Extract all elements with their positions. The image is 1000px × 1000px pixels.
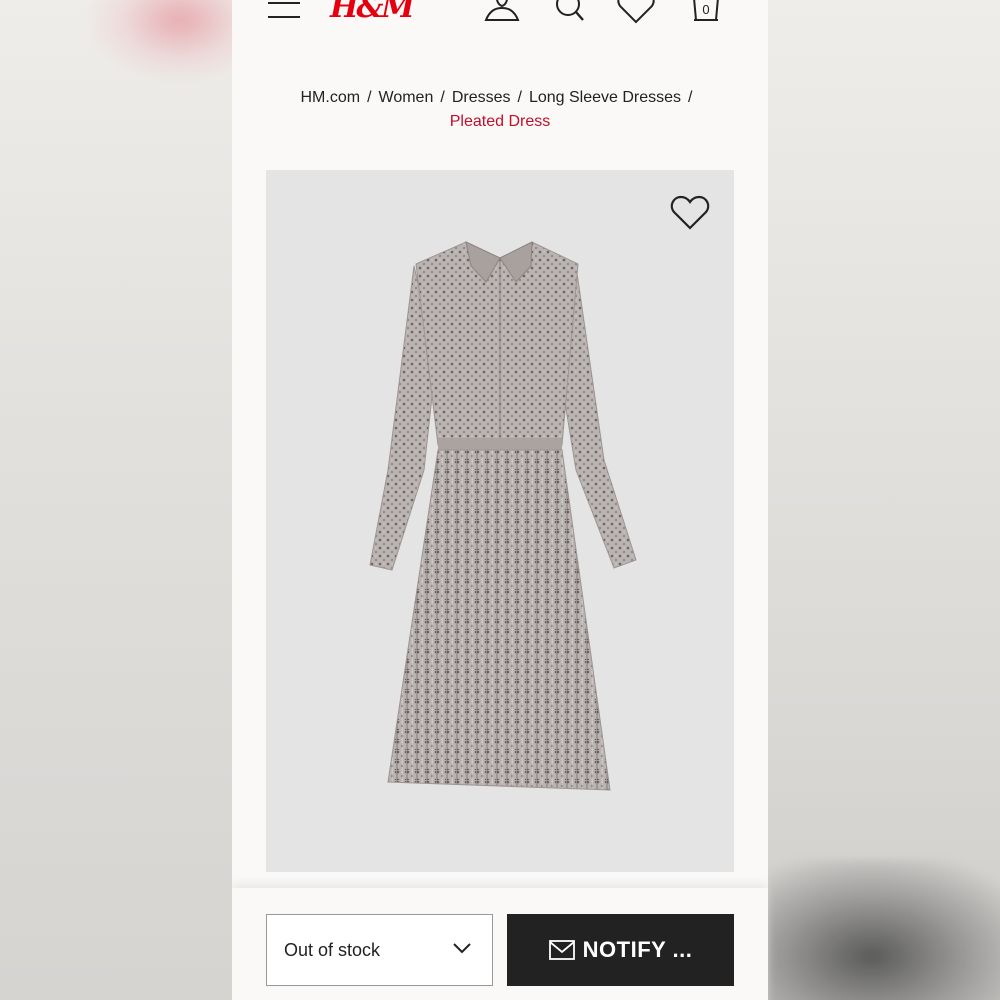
search-icon[interactable] [550, 0, 590, 24]
heart-icon[interactable] [670, 194, 710, 232]
bottom-action-bar: Out of stock NOTIFY ... [232, 888, 768, 1000]
favorites-icon[interactable] [616, 0, 656, 24]
breadcrumb-separator: / [688, 89, 693, 106]
menu-icon[interactable] [268, 0, 300, 20]
logo[interactable]: H&M [330, 0, 415, 26]
top-nav: H&M 0 [232, 0, 768, 30]
dress-illustration [369, 241, 637, 791]
account-icon[interactable] [482, 0, 522, 24]
breadcrumb-women[interactable]: Women [379, 89, 434, 106]
breadcrumb-long-sleeve-dresses[interactable]: Long Sleeve Dresses [529, 89, 681, 106]
background-right [768, 0, 1000, 1000]
breadcrumb-home[interactable]: HM.com [301, 89, 361, 106]
bag-count: 0 [702, 2, 710, 17]
product-image[interactable] [266, 170, 734, 872]
size-select-value: Out of stock [284, 940, 381, 960]
breadcrumb-dresses[interactable]: Dresses [452, 89, 511, 106]
mail-icon [548, 940, 575, 960]
breadcrumb: HM.com / Women / Dresses / Long Sleeve Dresses… [232, 86, 768, 134]
breadcrumb-separator: / [440, 89, 445, 106]
background-left [0, 0, 270, 1000]
size-select[interactable]: Out of stock [266, 914, 493, 986]
chevron-down-icon [453, 943, 471, 954]
breadcrumb-current: Pleated Dress [449, 113, 551, 130]
notify-button-label: NOTIFY ... [582, 937, 693, 962]
product-page: H&M 0 HM.com / Women / Dresses / Long Sl… [232, 0, 768, 1000]
bag-icon[interactable]: 0 [686, 0, 726, 24]
notify-button[interactable]: NOTIFY ... [507, 914, 734, 986]
breadcrumb-separator: / [367, 89, 372, 106]
breadcrumb-separator: / [517, 89, 522, 106]
